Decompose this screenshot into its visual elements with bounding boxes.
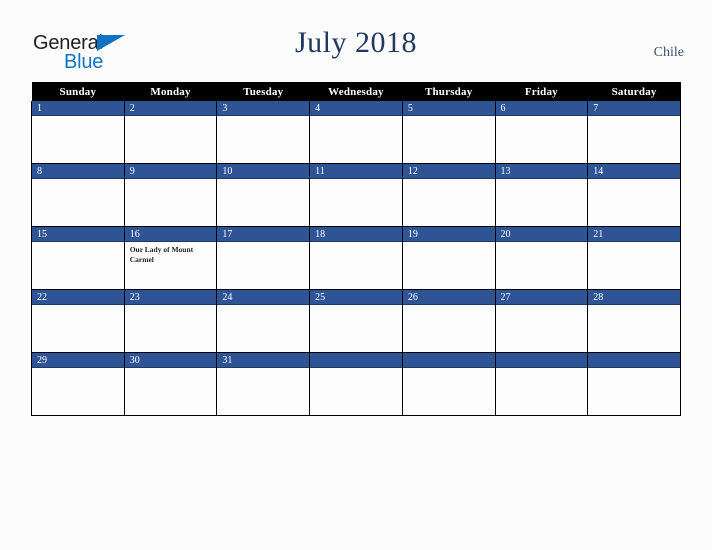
day-number [495, 353, 588, 368]
day-number: 20 [495, 227, 588, 242]
calendar-week-row: 29 30 31 [31, 352, 681, 416]
calendar-header-row: Sunday Monday Tuesday Wednesday Thursday… [31, 82, 681, 101]
calendar-day-cell[interactable]: 18 [309, 226, 403, 290]
day-number: 26 [402, 290, 495, 305]
weekday-header-wednesday: Wednesday [309, 82, 403, 101]
day-number: 14 [588, 164, 680, 179]
calendar-week-row: 15 16 Our Lady of Mount Carmel 17 18 19 20 21 [31, 226, 681, 290]
day-number: 17 [217, 227, 310, 242]
day-number: 4 [310, 101, 402, 116]
day-number: 25 [310, 290, 402, 305]
day-number: 8 [32, 164, 124, 179]
calendar-day-cell[interactable]: 26 [401, 289, 496, 353]
day-number: 6 [495, 101, 588, 116]
calendar-week-row: 8 9 10 11 12 13 14 [31, 163, 681, 227]
weekday-header-sunday: Sunday [31, 82, 125, 101]
calendar-day-cell[interactable]: 5 [401, 101, 496, 164]
day-number: 30 [124, 353, 217, 368]
weekday-header-thursday: Thursday [402, 82, 496, 101]
calendar-day-cell[interactable]: 12 [401, 163, 496, 227]
day-number: 16 [124, 227, 217, 242]
day-number: 1 [32, 101, 124, 116]
calendar-day-cell[interactable]: 31 [216, 352, 311, 416]
calendar-day-cell[interactable]: 13 [494, 163, 589, 227]
day-number: 7 [588, 101, 680, 116]
weekday-header-tuesday: Tuesday [216, 82, 310, 101]
day-number [402, 353, 495, 368]
calendar-day-cell[interactable]: 16 Our Lady of Mount Carmel [123, 226, 218, 290]
day-number: 19 [402, 227, 495, 242]
day-number: 13 [495, 164, 588, 179]
calendar-week-row: 22 23 24 25 26 27 28 [31, 289, 681, 353]
day-number: 27 [495, 290, 588, 305]
day-number: 11 [310, 164, 402, 179]
day-number: 18 [310, 227, 402, 242]
day-number: 12 [402, 164, 495, 179]
calendar-day-cell[interactable]: 20 [494, 226, 589, 290]
calendar-day-cell[interactable]: 22 [31, 289, 125, 353]
day-number: 9 [124, 164, 217, 179]
day-number: 22 [32, 290, 124, 305]
calendar-empty-cell[interactable] [494, 352, 589, 416]
calendar-grid: Sunday Monday Tuesday Wednesday Thursday… [31, 82, 681, 416]
calendar-day-cell[interactable]: 28 [587, 289, 681, 353]
calendar-day-cell[interactable]: 4 [309, 101, 403, 164]
calendar-day-cell[interactable]: 24 [216, 289, 311, 353]
country-label: Chile [653, 45, 684, 60]
calendar-day-cell[interactable]: 29 [31, 352, 125, 416]
day-events: Our Lady of Mount Carmel [125, 242, 217, 264]
day-number: 15 [32, 227, 124, 242]
calendar-day-cell[interactable]: 3 [216, 101, 311, 164]
calendar-day-cell[interactable]: 6 [494, 101, 589, 164]
calendar-empty-cell[interactable] [401, 352, 496, 416]
calendar-empty-cell[interactable] [309, 352, 403, 416]
weekday-header-saturday: Saturday [587, 82, 681, 101]
calendar-day-cell[interactable]: 8 [31, 163, 125, 227]
day-number: 29 [32, 353, 124, 368]
calendar-day-cell[interactable]: 2 [123, 101, 218, 164]
weekday-header-monday: Monday [124, 82, 217, 101]
day-number: 24 [217, 290, 310, 305]
page-header: General Blue July 2018 Chile [0, 0, 712, 82]
calendar-day-cell[interactable]: 10 [216, 163, 311, 227]
day-number: 5 [402, 101, 495, 116]
calendar-day-cell[interactable]: 17 [216, 226, 311, 290]
day-number: 31 [217, 353, 310, 368]
day-number: 23 [124, 290, 217, 305]
calendar-body: 1 2 3 4 5 6 7 8 9 10 11 12 13 14 15 16 Our Lady of Mount… [31, 101, 681, 416]
holiday-event-label: Our Lady of Mount Carmel [129, 245, 194, 264]
day-number: 10 [217, 164, 310, 179]
calendar-day-cell[interactable]: 19 [401, 226, 496, 290]
weekday-header-friday: Friday [495, 82, 588, 101]
calendar-day-cell[interactable]: 27 [494, 289, 589, 353]
calendar-day-cell[interactable]: 21 [587, 226, 681, 290]
day-number: 28 [588, 290, 680, 305]
day-number [310, 353, 402, 368]
calendar-page: General Blue July 2018 Chile Sunday Mond… [0, 0, 712, 550]
calendar-day-cell[interactable]: 30 [123, 352, 218, 416]
calendar-day-cell[interactable]: 11 [309, 163, 403, 227]
day-number: 21 [588, 227, 680, 242]
day-number: 2 [124, 101, 217, 116]
calendar-empty-cell[interactable] [587, 352, 681, 416]
page-title: July 2018 [294, 26, 417, 59]
calendar-day-cell[interactable]: 7 [587, 101, 681, 164]
day-number: 3 [217, 101, 310, 116]
calendar-day-cell[interactable]: 23 [123, 289, 218, 353]
calendar-day-cell[interactable]: 25 [309, 289, 403, 353]
calendar-day-cell[interactable]: 15 [31, 226, 125, 290]
calendar-day-cell[interactable]: 1 [31, 101, 125, 164]
calendar-day-cell[interactable]: 9 [123, 163, 218, 227]
calendar-day-cell[interactable]: 14 [587, 163, 681, 227]
day-number [588, 353, 680, 368]
calendar-week-row: 1234567 [31, 101, 681, 164]
